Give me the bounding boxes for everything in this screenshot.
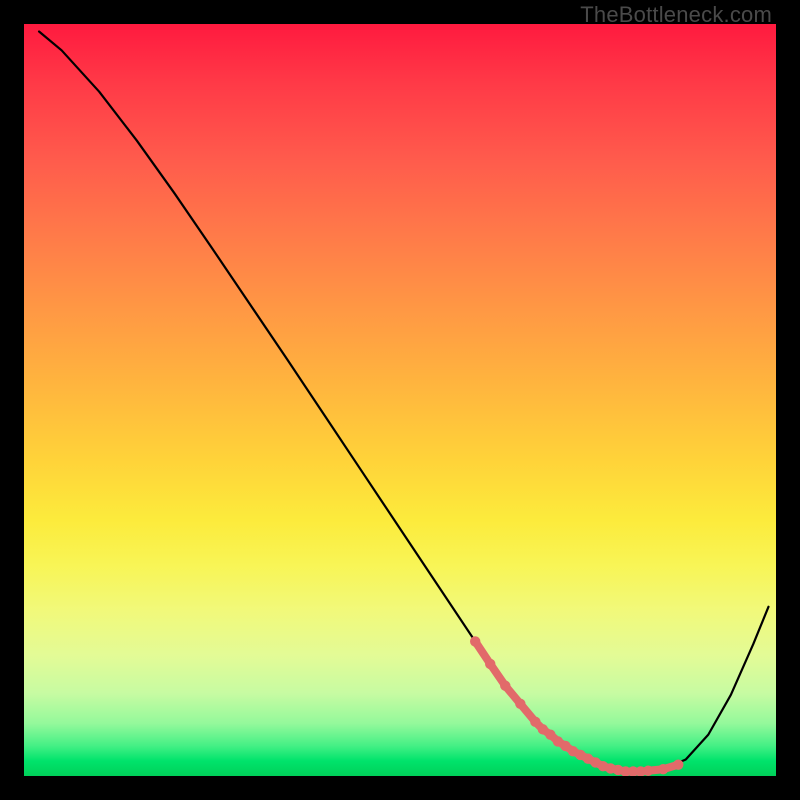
highlight-segment [470,636,683,776]
highlight-dot [515,699,525,709]
highlight-dot [485,659,495,669]
highlight-dot [530,717,540,727]
chart-frame [24,24,776,776]
highlight-dot [500,681,510,691]
watermark-text: TheBottleneck.com [580,2,772,28]
highlight-dot [658,764,668,774]
highlight-dot [673,760,683,770]
highlight-dot [470,636,480,646]
bottleneck-curve [39,32,768,772]
curve-layer [24,24,776,776]
highlight-dot [643,766,653,776]
